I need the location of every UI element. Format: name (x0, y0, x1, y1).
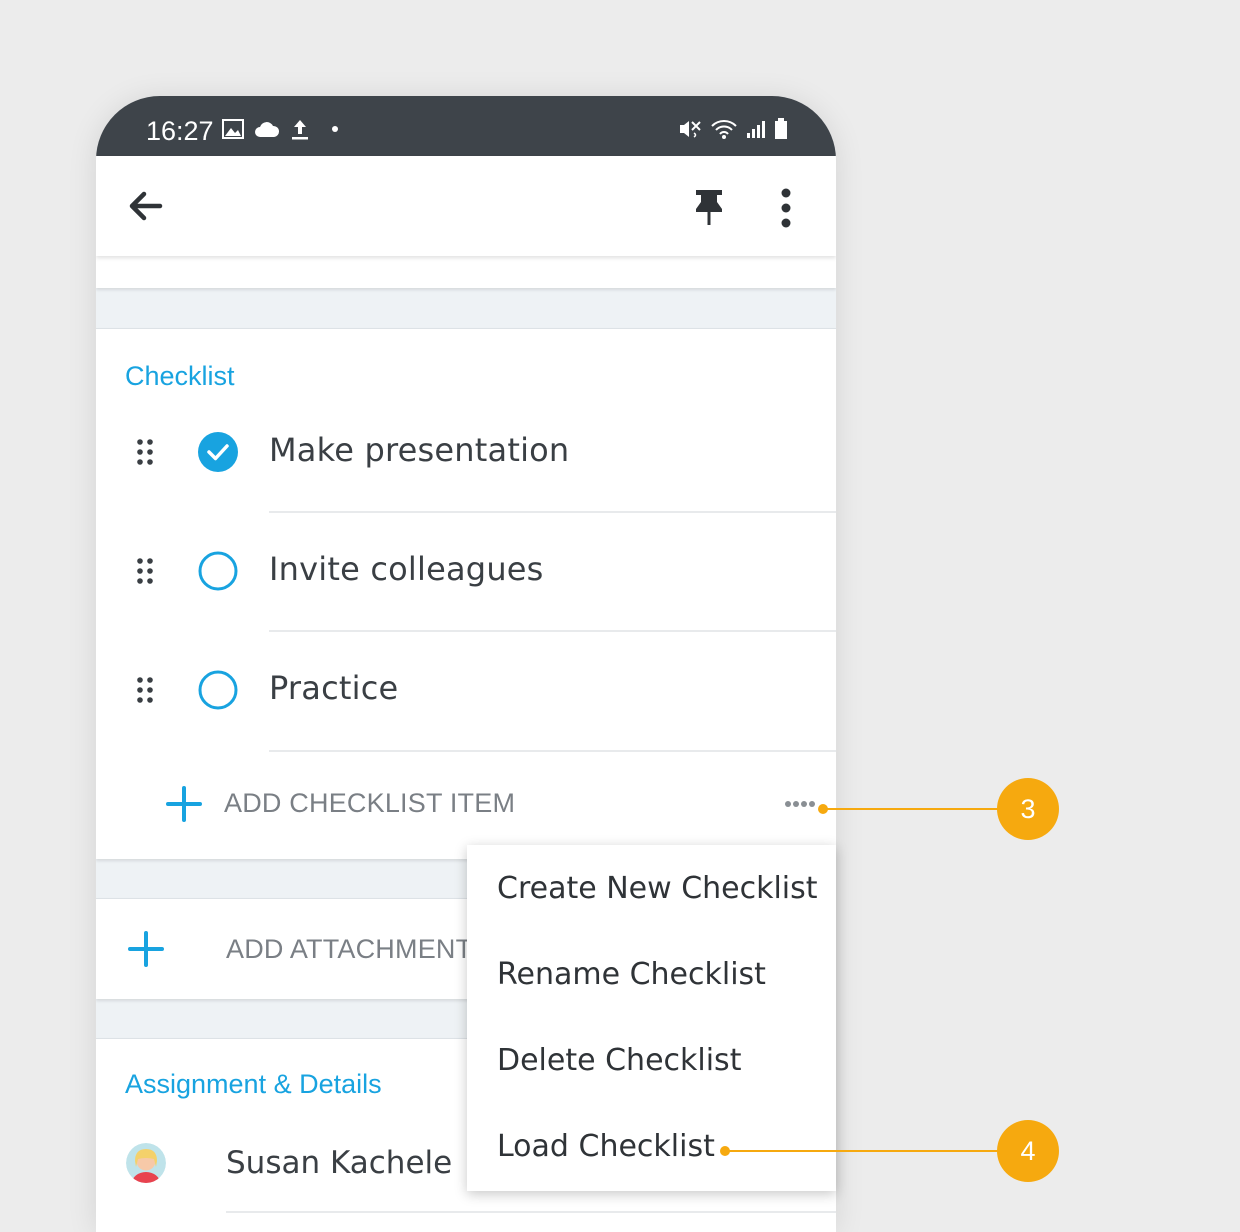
assignment-title: Assignment & Details (125, 1069, 382, 1099)
callout-badge-4: 4 (997, 1120, 1059, 1182)
divider (269, 750, 836, 752)
status-time: 16:27 (146, 116, 214, 146)
menu-item-create-new-checklist[interactable]: Create New Checklist (497, 871, 818, 906)
menu-item-rename-checklist[interactable]: Rename Checklist (497, 957, 766, 992)
unchecked-circle-icon[interactable] (198, 551, 238, 591)
checklist-options-menu: Create New Checklist Rename Checklist De… (467, 845, 836, 1191)
pin-icon[interactable] (692, 188, 726, 228)
callout-line (725, 1150, 1003, 1152)
drag-handle-icon[interactable] (136, 676, 154, 704)
menu-item-delete-checklist[interactable]: Delete Checklist (497, 1043, 741, 1078)
checked-circle-icon[interactable] (198, 432, 238, 472)
collapsed-section (96, 256, 836, 288)
add-checklist-item-button[interactable]: ADD CHECKLIST ITEM (96, 763, 836, 843)
callout-line (823, 808, 1003, 810)
avatar[interactable] (126, 1143, 166, 1183)
callout-badge-3: 3 (997, 778, 1059, 840)
plus-icon (128, 931, 164, 967)
signal-icon (747, 121, 765, 138)
drag-handle-icon[interactable] (136, 438, 154, 466)
drag-handle-icon[interactable] (136, 557, 154, 585)
dot-icon (332, 126, 338, 132)
image-icon (222, 119, 244, 139)
checklist-title: Checklist (125, 361, 235, 391)
cloud-icon (255, 122, 280, 137)
more-horizontal-icon[interactable] (784, 799, 818, 809)
divider (226, 1211, 836, 1213)
app-bar (96, 156, 836, 256)
checklist-item[interactable]: Practice (96, 632, 836, 752)
mute-icon (680, 121, 701, 138)
checklist-item[interactable]: Make presentation (96, 393, 836, 513)
assignee-name[interactable]: Susan Kachele (226, 1145, 452, 1181)
checklist-item[interactable]: Invite colleagues (96, 513, 836, 632)
checklist-card: Checklist Make presentation Invite colle… (96, 328, 836, 859)
add-checklist-item-label: ADD CHECKLIST ITEM (224, 788, 516, 818)
upload-icon (292, 120, 308, 140)
checklist-item-label[interactable]: Practice (269, 669, 398, 707)
plus-icon (166, 786, 202, 822)
unchecked-circle-icon[interactable] (198, 670, 238, 710)
wifi-icon (711, 120, 737, 139)
checklist-item-label[interactable]: Invite colleagues (269, 550, 544, 588)
checklist-item-label[interactable]: Make presentation (269, 431, 569, 469)
arrow-left-icon[interactable] (126, 188, 166, 224)
more-vertical-icon[interactable] (776, 188, 796, 228)
add-attachment-label[interactable]: ADD ATTACHMENT (226, 934, 472, 965)
status-bar: 16:27 (96, 96, 836, 156)
menu-item-load-checklist[interactable]: Load Checklist (497, 1129, 715, 1164)
battery-icon (775, 118, 787, 139)
